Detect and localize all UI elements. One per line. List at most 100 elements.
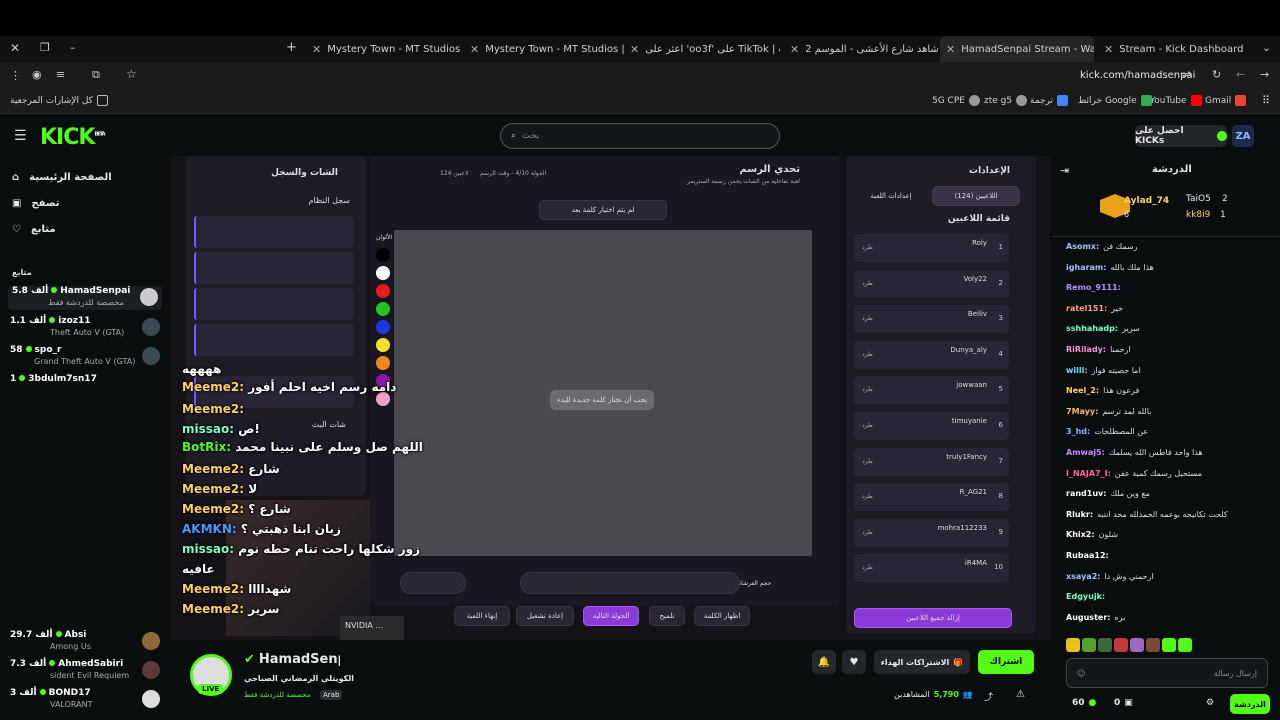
user-avatar[interactable]: ZA <box>1232 125 1254 147</box>
leader-name[interactable]: Aylad_74 <box>1124 196 1169 206</box>
language-tag[interactable]: Arab <box>320 690 343 700</box>
stream-category[interactable]: مخصصة للدردشة فقط <box>244 691 310 699</box>
chat-username[interactable]: Amwaj5: <box>1066 448 1105 457</box>
chat-message[interactable]: Rlukr: كلحت تكانيجه بوعمه الحمدلله محد ان… <box>1066 510 1228 519</box>
report-icon[interactable]: ⚠ <box>1016 689 1025 700</box>
chat-settings-icon[interactable]: ⚙ <box>1206 698 1214 708</box>
back-icon[interactable]: → <box>1260 68 1269 81</box>
emote-icon[interactable] <box>1082 638 1096 652</box>
tab-game-settings[interactable]: إعدادات اللعبة <box>854 186 928 206</box>
next-round-button[interactable]: الجولة التالية <box>583 606 639 626</box>
channel-item[interactable]: 58 spo_r Grand Theft Auto V (GTA) <box>10 345 160 369</box>
close-tab-icon[interactable]: ✕ <box>470 43 479 56</box>
color-swatch[interactable] <box>376 248 390 262</box>
chat-message[interactable]: igharam: هذا ملك بالله <box>1066 263 1154 272</box>
notification-button[interactable]: 🔔 <box>812 650 836 674</box>
chat-input[interactable]: ☺ إرسال رسالة <box>1066 658 1268 688</box>
extensions-icon[interactable]: ⧉ <box>92 68 100 82</box>
search-input[interactable]: ⌕ بحث <box>500 123 780 149</box>
kick-player-button[interactable]: طرد <box>862 280 873 287</box>
site-settings-icon[interactable]: ⇌ <box>1182 68 1191 81</box>
chat-message[interactable]: Rubaa12: <box>1066 551 1113 560</box>
show-word-button[interactable]: اظهار الكلمة <box>694 606 750 626</box>
bookmark-youtube[interactable]: YouTube <box>1150 95 1202 106</box>
kick-player-button[interactable]: طرد <box>862 458 873 465</box>
tab-5-active[interactable]: ✕ HamadSenpai Stream - Watch <box>940 36 1094 62</box>
bookmark-star-icon[interactable]: ☆ <box>126 67 137 81</box>
color-swatch[interactable] <box>376 266 390 280</box>
kick-player-button[interactable]: طرد <box>862 386 873 393</box>
apps-grid-icon[interactable]: ⠿ <box>1262 94 1270 107</box>
points-display[interactable]: 60 ● <box>1072 698 1096 708</box>
chat-username[interactable]: RiRilady: <box>1066 345 1106 354</box>
close-window-icon[interactable]: ✕ <box>10 41 20 55</box>
chat-message[interactable]: xsaya2: ارحمني وش دا <box>1066 572 1154 581</box>
kicks-display[interactable]: 0 ▣ <box>1114 698 1133 708</box>
chat-message[interactable]: 3_hd: عن المصطلحات <box>1066 427 1148 436</box>
tab-2[interactable]: ✕ Mystery Town - MT Studios | M <box>464 36 624 62</box>
chat-username[interactable]: Auguster: <box>1066 613 1110 622</box>
channel-item[interactable]: 7.3 ألف AhmedSabiri sident Evil Requiem <box>10 659 160 683</box>
chat-username[interactable]: willl: <box>1066 366 1088 375</box>
chat-message[interactable]: Remo_9111: <box>1066 283 1125 292</box>
chat-username[interactable]: igharam: <box>1066 263 1106 272</box>
chat-message[interactable]: Asomx: رسمك فن <box>1066 242 1138 251</box>
emote-icon[interactable] <box>1162 638 1176 652</box>
gift-subs-button[interactable]: الاشتراكات الهداء 🎁 <box>874 650 970 674</box>
chat-username[interactable]: 7Mayy: <box>1066 407 1098 416</box>
tab-6[interactable]: ✕ Stream - Kick Dashboard <box>1098 36 1252 62</box>
kick-player-button[interactable]: طرد <box>862 315 873 322</box>
close-tab-icon[interactable]: ✕ <box>946 43 955 56</box>
brush-size-slider[interactable] <box>520 572 740 594</box>
chat-username[interactable]: sshhahadp: <box>1066 324 1118 333</box>
chat-username[interactable]: Remo_9111: <box>1066 283 1121 292</box>
color-swatch[interactable] <box>376 320 390 334</box>
minimize-icon[interactable]: – <box>70 41 76 54</box>
undo-redo-toolbar[interactable] <box>400 572 466 594</box>
chat-message[interactable]: Khix2: شلون <box>1066 530 1118 539</box>
channel-item[interactable]: 29.7 ألف Absi Among Us <box>10 630 160 654</box>
streamer-name[interactable]: ✔HamadSenpai <box>244 652 340 667</box>
chat-username[interactable]: Neel_2: <box>1066 386 1099 395</box>
tab-4[interactable]: ✕ شاهد شارع الأعشى - الموسم 2 / <box>784 36 938 62</box>
tab-search-icon[interactable]: ⌄ <box>1262 41 1271 54</box>
channel-item[interactable]: 1.1 ألف izoz11 Theft Auto V (GTA) <box>10 316 160 340</box>
hint-button[interactable]: تلميح <box>649 606 685 626</box>
kick-player-button[interactable]: طرد <box>862 564 873 571</box>
emote-icon[interactable] <box>1066 638 1080 652</box>
nav-following[interactable]: ♡ متابع <box>12 224 56 235</box>
bookmark-gmail[interactable]: Gmail <box>1205 95 1247 106</box>
close-tab-icon[interactable]: ✕ <box>1104 43 1113 56</box>
close-tab-icon[interactable]: ✕ <box>790 43 799 56</box>
chat-username[interactable]: I_NAJA7_I: <box>1066 469 1111 478</box>
color-swatch[interactable] <box>376 302 390 316</box>
nav-browse[interactable]: ▣ تصفح <box>12 198 59 209</box>
end-game-button[interactable]: إنهاء اللعبة <box>454 606 510 626</box>
forward-icon[interactable]: ← <box>1236 68 1245 81</box>
color-swatch[interactable] <box>376 338 390 352</box>
queue-icon[interactable]: ≡ <box>56 68 65 81</box>
leader-name[interactable]: kk8i9 <box>1186 210 1210 220</box>
bookmark-5g[interactable]: 5G CPE <box>932 95 980 106</box>
new-tab-icon[interactable]: + <box>286 40 297 55</box>
kick-player-button[interactable]: طرد <box>862 244 873 251</box>
profile-icon[interactable]: ◉ <box>32 68 42 81</box>
kick-player-button[interactable]: طرد <box>862 529 873 536</box>
chat-username[interactable]: Asomx: <box>1066 242 1099 251</box>
nav-home[interactable]: ⌂ الصفحة الرئيسية <box>12 172 112 183</box>
tab-3[interactable]: ✕ اعثر على 'oo3f' على TikTok | بحث <box>624 36 780 62</box>
follow-heart-button[interactable]: ♥ <box>842 650 866 674</box>
chat-username[interactable]: Rubaa12: <box>1066 551 1109 560</box>
tab-players[interactable]: اللاعبين (124) <box>932 186 1020 206</box>
subscribe-button[interactable]: اشتراك <box>978 650 1034 674</box>
chat-username[interactable]: Edgyujk: <box>1066 592 1105 601</box>
emoji-icon[interactable]: ☺ <box>1077 669 1085 678</box>
remove-all-players-button[interactable]: إزالة جميع اللاعبين <box>854 608 1012 628</box>
chat-message[interactable]: sshhahadp: سرير <box>1066 324 1140 333</box>
chat-username[interactable]: xsaya2: <box>1066 572 1100 581</box>
channel-item[interactable]: 5.8 ألف HamadSenpai مخصصة للدردشة فقط <box>8 286 162 310</box>
close-tab-icon[interactable]: ✕ <box>630 43 639 56</box>
kick-player-button[interactable]: طرد <box>862 351 873 358</box>
bookmark-maps[interactable]: خرائط Google <box>1078 95 1152 106</box>
channel-item[interactable]: 3 ألف BOND17 VALORANT <box>10 688 160 712</box>
